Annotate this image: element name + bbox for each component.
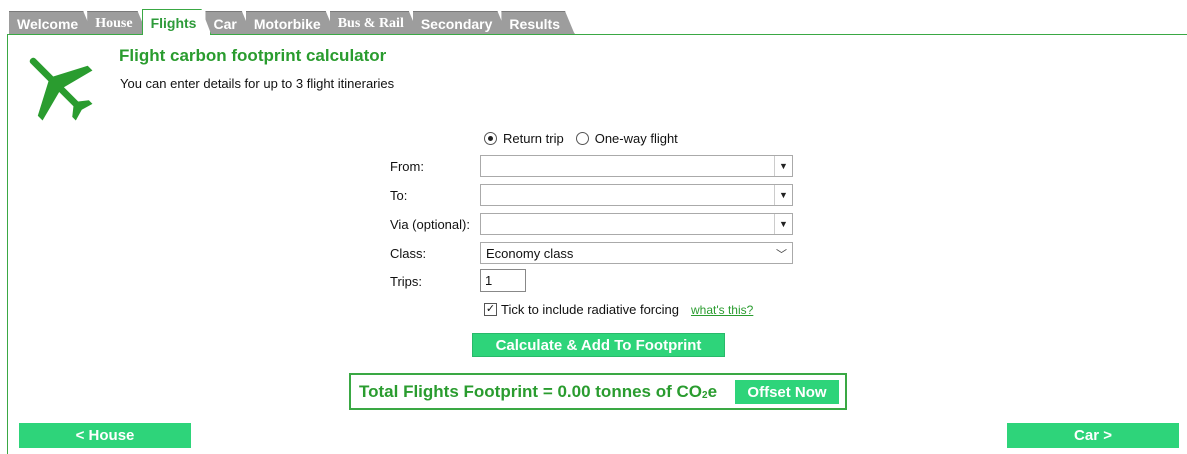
return-trip-radio[interactable] bbox=[484, 132, 497, 145]
via-combobox[interactable]: ▼ bbox=[480, 213, 793, 235]
from-dropdown-arrow-icon[interactable]: ▼ bbox=[774, 156, 792, 176]
prev-house-button[interactable]: < House bbox=[19, 423, 191, 448]
tab-secondary[interactable]: Secondary bbox=[413, 11, 508, 35]
oneway-flight-label: One-way flight bbox=[594, 131, 678, 146]
class-label: Class: bbox=[390, 246, 427, 261]
radiative-forcing-row: ✓ Tick to include radiative forcing what… bbox=[484, 302, 753, 317]
next-car-button[interactable]: Car > bbox=[1007, 423, 1179, 448]
airplane-icon bbox=[29, 57, 93, 121]
return-trip-label: Return trip bbox=[503, 131, 564, 146]
trips-input[interactable]: 1 bbox=[480, 269, 526, 292]
from-combobox[interactable]: ▼ bbox=[480, 155, 793, 177]
trips-value: 1 bbox=[485, 273, 493, 288]
oneway-flight-radio[interactable] bbox=[575, 132, 589, 145]
chevron-down-icon: ﹀ bbox=[776, 249, 787, 261]
offset-now-button[interactable]: Offset Now bbox=[735, 380, 839, 404]
tab-bar: Welcome House Flights Car Motorbike Bus … bbox=[9, 9, 1187, 35]
page-title: Flight carbon footprint calculator bbox=[119, 46, 387, 65]
class-value: Economy class bbox=[486, 245, 574, 261]
total-footprint-text: Total Flights Footprint = 0.00 tonnes of… bbox=[359, 381, 718, 401]
page-subtitle: You can enter details for up to 3 flight… bbox=[120, 76, 395, 91]
radiative-forcing-checkbox[interactable]: ✓ bbox=[484, 303, 497, 316]
tab-results[interactable]: Results bbox=[501, 11, 575, 35]
trip-type-group: Return trip One-way flight bbox=[484, 131, 684, 146]
total-footprint-box: Total Flights Footprint = 0.00 tonnes of… bbox=[349, 373, 847, 410]
tab-house[interactable]: House bbox=[87, 11, 147, 35]
calculate-button[interactable]: Calculate & Add To Footprint bbox=[472, 333, 725, 357]
from-label: From: bbox=[390, 159, 424, 174]
tab-welcome[interactable]: Welcome bbox=[9, 11, 93, 35]
trips-label: Trips: bbox=[390, 274, 423, 289]
to-label: To: bbox=[390, 188, 408, 203]
via-label: Via (optional): bbox=[390, 217, 470, 232]
to-combobox[interactable]: ▼ bbox=[480, 184, 793, 206]
tab-flights[interactable]: Flights bbox=[142, 9, 212, 35]
to-dropdown-arrow-icon[interactable]: ▼ bbox=[774, 185, 792, 205]
tab-car[interactable]: Car bbox=[205, 11, 251, 35]
tab-bus-rail[interactable]: Bus & Rail bbox=[330, 11, 419, 35]
whats-this-link[interactable]: what's this? bbox=[691, 303, 753, 317]
tab-motorbike[interactable]: Motorbike bbox=[246, 11, 336, 35]
radiative-forcing-label: Tick to include radiative forcing bbox=[501, 302, 679, 317]
via-dropdown-arrow-icon[interactable]: ▼ bbox=[774, 214, 792, 234]
class-select[interactable]: Economy class ﹀ bbox=[480, 242, 793, 264]
